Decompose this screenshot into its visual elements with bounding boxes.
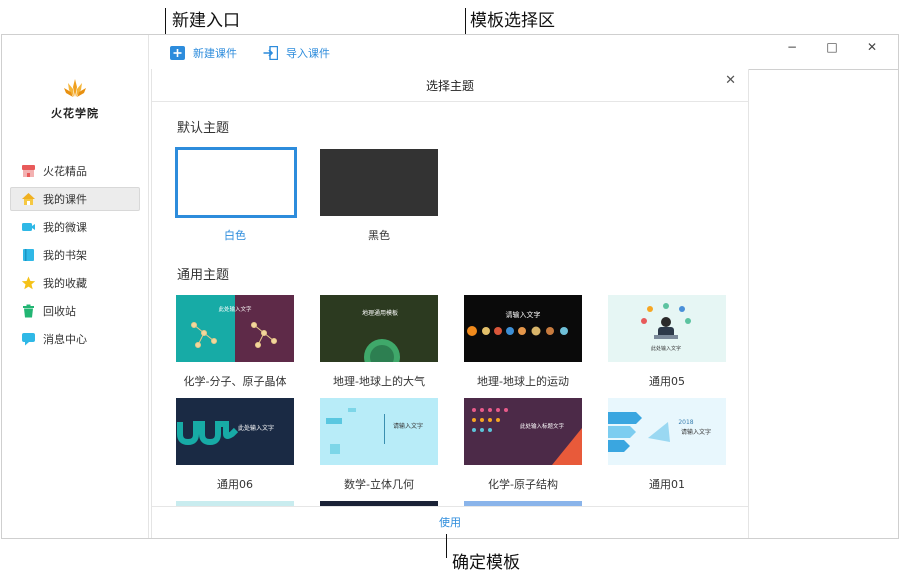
divider <box>749 69 898 70</box>
message-icon <box>22 333 35 346</box>
theme-label: 数学-立体几何 <box>344 478 414 491</box>
minimize-button[interactable]: − <box>772 37 812 57</box>
theme-thumb-geography-atmosphere[interactable]: 地理通用模板 <box>320 295 438 362</box>
video-icon <box>22 223 35 231</box>
sidebar-item-messages[interactable]: 消息中心 <box>10 327 140 351</box>
theme-label: 黑色 <box>368 229 390 242</box>
trash-icon <box>23 304 34 318</box>
theme-label: 通用05 <box>649 375 685 388</box>
dialog-title: 选择主题 <box>425 79 474 93</box>
sidebar-item-my-courseware[interactable]: 我的课件 <box>10 187 140 211</box>
import-icon <box>263 46 278 60</box>
thumb-text: 请输入文字 <box>393 422 423 430</box>
dialog-close-button[interactable]: ✕ <box>725 71 736 91</box>
annotation-line <box>446 534 447 558</box>
theme-thumb-chemistry-crystal[interactable]: 此处输入文字 <box>176 295 294 362</box>
wave-thumb-graphic: 此处输入文字 <box>176 398 294 465</box>
sidebar-item-premium[interactable]: 火花精品 <box>10 159 140 183</box>
theme-label: 白色 <box>224 229 246 242</box>
sidebar-item-label: 火花精品 <box>43 165 87 178</box>
earth-thumb-graphic: 地理通用模板 <box>320 295 438 362</box>
app-logo: 火花学院 <box>49 77 101 121</box>
theme-label: 化学-原子结构 <box>488 478 558 491</box>
arrows-thumb-graphic: 2018 请输入文字 <box>608 398 726 465</box>
logo-text: 火花学院 <box>51 107 99 120</box>
use-button[interactable]: 使用 <box>439 516 461 529</box>
sidebar-item-bookshelf[interactable]: 我的书架 <box>10 243 140 267</box>
dialog-header: 选择主题 ✕ <box>152 69 748 102</box>
sidebar-item-label: 我的微课 <box>43 221 87 234</box>
sidebar: 火花学院 火花精品 我的课件 我的微课 我的书架 我的收藏 回收站 消息中心 <box>2 35 149 538</box>
new-courseware-button[interactable]: 新建课件 <box>170 45 237 61</box>
new-courseware-label: 新建课件 <box>193 47 237 60</box>
theme-thumb-white[interactable] <box>175 147 297 218</box>
thumb-text: 此处输入文字 <box>651 345 681 352</box>
theme-label: 化学-分子、原子晶体 <box>183 375 287 388</box>
theme-label: 地理-地球上的大气 <box>333 375 425 388</box>
thumb-year: 2018 <box>678 419 693 426</box>
theme-label: 地理-地球上的运动 <box>477 375 569 388</box>
sidebar-item-label: 消息中心 <box>43 333 87 346</box>
dialog-footer: 使用 <box>152 506 748 538</box>
import-courseware-label: 导入课件 <box>286 47 330 60</box>
general-themes-heading: 通用主题 <box>177 268 230 283</box>
theme-label: 通用01 <box>649 478 685 491</box>
thumb-text: 地理通用模板 <box>362 309 398 317</box>
close-button[interactable]: ✕ <box>852 37 892 57</box>
annotation-template-area: 模板选择区 <box>470 11 555 31</box>
sidebar-item-label: 我的收藏 <box>43 277 87 290</box>
planets-thumb-graphic: 请输入文字 <box>464 295 582 362</box>
thumb-text: 此处输入标题文字 <box>520 422 565 430</box>
thumb-text: 请输入文字 <box>681 428 711 436</box>
annotation-new-entry: 新建入口 <box>172 11 240 31</box>
sidebar-nav: 火花精品 我的课件 我的微课 我的书架 我的收藏 回收站 消息中心 <box>10 159 140 355</box>
flame-logo-icon <box>64 79 86 97</box>
thumb-text: 此处输入文字 <box>218 305 252 313</box>
theme-thumb-general01[interactable]: 2018 请输入文字 <box>608 398 726 465</box>
theme-thumb-chemistry-atom[interactable]: 此处输入标题文字 <box>464 398 582 465</box>
theme-thumb-black[interactable] <box>320 149 438 216</box>
sidebar-item-label: 我的课件 <box>43 193 87 206</box>
home-icon <box>22 193 35 205</box>
default-themes-heading: 默认主题 <box>177 121 230 136</box>
book-icon <box>23 249 34 261</box>
sidebar-item-label: 回收站 <box>43 305 76 318</box>
import-courseware-button[interactable]: 导入课件 <box>263 45 330 61</box>
sidebar-item-recycle-bin[interactable]: 回收站 <box>10 299 140 323</box>
annotation-confirm-template: 确定模板 <box>452 553 520 573</box>
screenshot-root: 新建入口 模板选择区 火花学院 火花精品 我的课件 我的微课 我的书架 我的收藏… <box>0 0 900 579</box>
sidebar-item-micro-lessons[interactable]: 我的微课 <box>10 215 140 239</box>
thumb-text: 此处输入文字 <box>238 424 274 432</box>
maximize-button[interactable]: □ <box>812 37 852 57</box>
theme-thumb-general05[interactable]: 此处输入文字 <box>608 295 726 362</box>
sidebar-item-favorites[interactable]: 我的收藏 <box>10 271 140 295</box>
theme-label: 通用06 <box>217 478 253 491</box>
molecule-thumb-graphic: 此处输入文字 <box>176 295 294 362</box>
theme-thumb-geography-motion[interactable]: 请输入文字 <box>464 295 582 362</box>
theme-thumb-general06[interactable]: 此处输入文字 <box>176 398 294 465</box>
sidebar-item-label: 我的书架 <box>43 249 87 262</box>
plus-icon <box>170 46 185 60</box>
star-icon <box>21 276 36 290</box>
geometry-thumb-graphic: 请输入文字 <box>320 398 438 465</box>
theme-thumb-math-geometry[interactable]: 请输入文字 <box>320 398 438 465</box>
window-controls: − □ ✕ <box>772 37 892 57</box>
theme-picker-dialog: 选择主题 ✕ 默认主题 白色 黑色 通用主题 此处输入文字 化学-分子、原子晶体… <box>151 69 749 538</box>
teacher-thumb-graphic: 此处输入文字 <box>608 295 726 362</box>
shop-icon <box>22 165 35 177</box>
thumb-text: 请输入文字 <box>506 310 541 319</box>
atom-thumb-graphic: 此处输入标题文字 <box>464 398 582 465</box>
toolbar: 新建课件 导入课件 <box>170 43 356 63</box>
